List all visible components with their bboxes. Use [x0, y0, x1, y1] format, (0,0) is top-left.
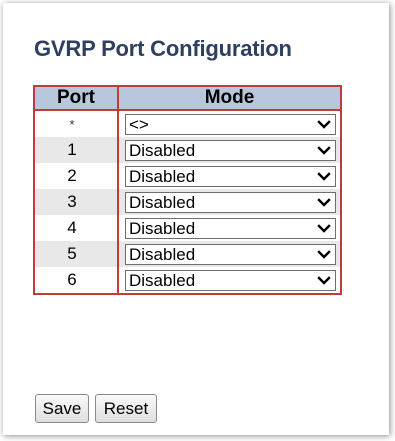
- table-row: 4 Disabled: [33, 215, 342, 241]
- config-panel: GVRP Port Configuration Port Mode * <> 1: [3, 3, 389, 435]
- port-cell: 3: [33, 189, 119, 215]
- table-row: 5 Disabled: [33, 241, 342, 267]
- save-button[interactable]: Save: [35, 394, 89, 423]
- chevron-down-icon: [317, 197, 331, 207]
- table-header-row: Port Mode: [33, 85, 342, 111]
- page-title: GVRP Port Configuration: [34, 36, 292, 61]
- port-cell: 2: [33, 163, 119, 189]
- mode-select-port-4[interactable]: Disabled: [125, 217, 336, 239]
- mode-cell: Disabled: [117, 137, 342, 163]
- port-cell: 1: [33, 137, 119, 163]
- table-row: 6 Disabled: [33, 267, 342, 294]
- mode-select-value: Disabled: [129, 270, 196, 290]
- mode-cell: Disabled: [117, 215, 342, 241]
- table-row: 1 Disabled: [33, 137, 342, 163]
- table-row: 2 Disabled: [33, 163, 342, 189]
- mode-select-port-2[interactable]: Disabled: [125, 165, 336, 187]
- mode-select-value: <>: [129, 114, 149, 134]
- mode-cell: Disabled: [117, 189, 342, 215]
- gvrp-port-table: Port Mode * <> 1 Disabled 2 Disabled 3 D…: [33, 85, 342, 295]
- mode-select-value: Disabled: [129, 192, 196, 212]
- table-row: 3 Disabled: [33, 189, 342, 215]
- mode-select-value: Disabled: [129, 140, 196, 160]
- chevron-down-icon: [317, 145, 331, 155]
- reset-button[interactable]: Reset: [95, 394, 157, 423]
- mode-cell: <>: [117, 110, 342, 137]
- port-cell: 5: [33, 241, 119, 267]
- chevron-down-icon: [317, 249, 331, 259]
- mode-select-value: Disabled: [129, 244, 196, 264]
- chevron-down-icon: [317, 119, 331, 129]
- mode-select-port-3[interactable]: Disabled: [125, 191, 336, 213]
- port-column-header: Port: [33, 85, 119, 111]
- chevron-down-icon: [317, 171, 331, 181]
- mode-cell: Disabled: [117, 267, 342, 294]
- port-cell: 6: [33, 267, 119, 294]
- mode-select-all[interactable]: <>: [125, 113, 336, 135]
- mode-column-header: Mode: [117, 85, 342, 111]
- mode-select-value: Disabled: [129, 218, 196, 238]
- port-cell: 4: [33, 215, 119, 241]
- mode-select-port-1[interactable]: Disabled: [125, 139, 336, 161]
- mode-cell: Disabled: [117, 241, 342, 267]
- port-cell: *: [33, 110, 119, 137]
- mode-cell: Disabled: [117, 163, 342, 189]
- chevron-down-icon: [317, 275, 331, 285]
- chevron-down-icon: [317, 223, 331, 233]
- mode-select-port-6[interactable]: Disabled: [125, 269, 336, 291]
- mode-select-value: Disabled: [129, 166, 196, 186]
- table-row: * <>: [33, 110, 342, 137]
- mode-select-port-5[interactable]: Disabled: [125, 243, 336, 265]
